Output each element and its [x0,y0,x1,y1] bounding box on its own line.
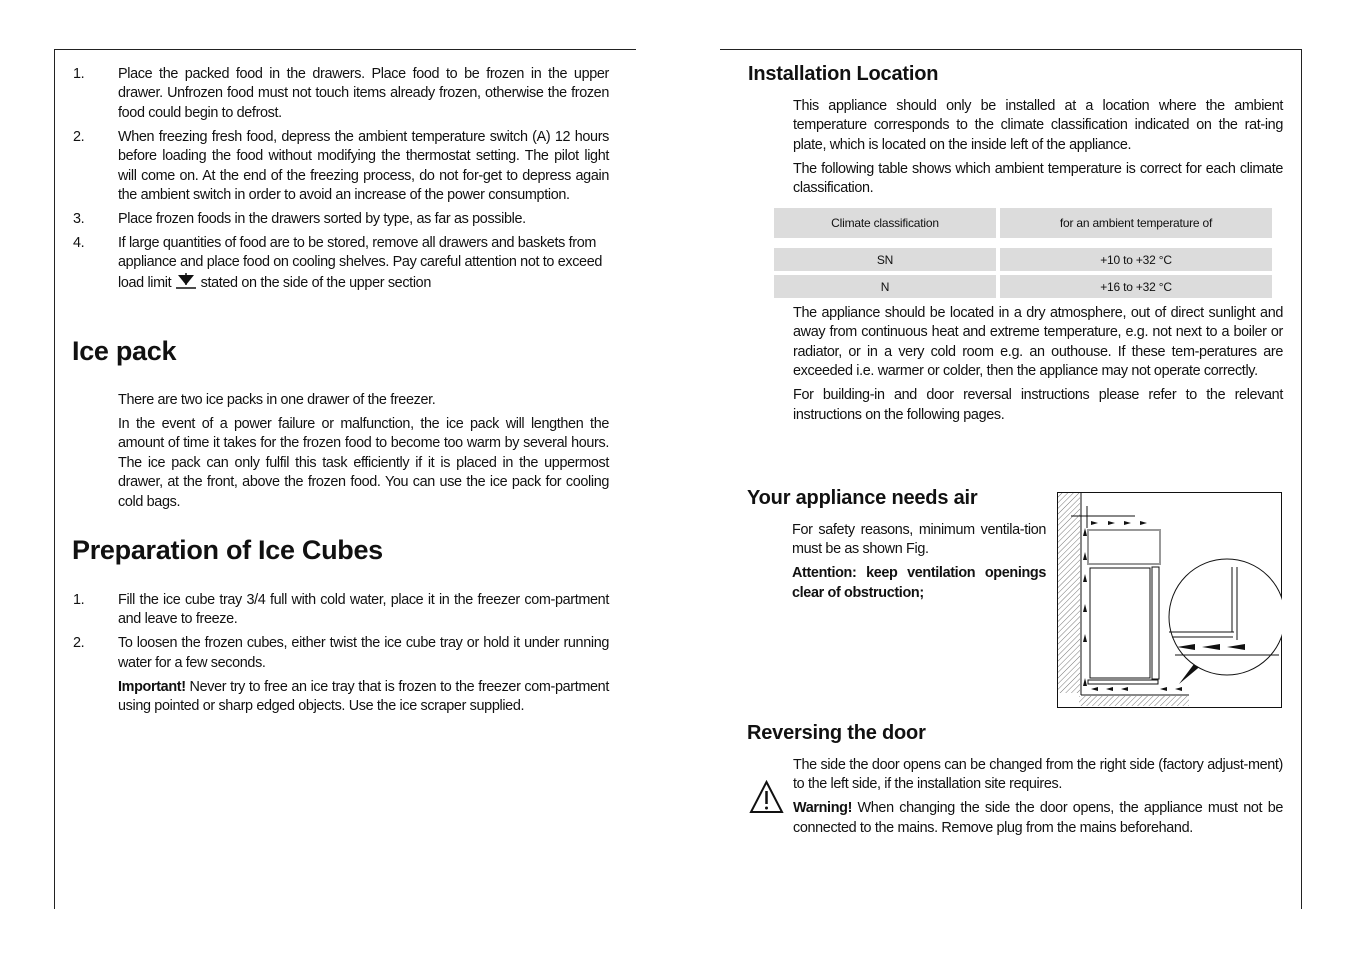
item-number: 1. [73,592,85,608]
important-text: Never try to free an ice tray that is fr… [118,678,609,715]
table-row: SN +10 to +32 °C [774,248,1272,271]
paragraph: In the event of a power failure or malfu… [118,415,609,510]
item-text: When freezing fresh food, depress the am… [118,128,609,203]
ice-cube-steps: 1. Fill the ice cube tray 3/4 full with c… [73,591,609,721]
item-text: stated on the side of the upper section [200,274,432,291]
list-item: 1. Fill the ice cube tray 3/4 full with c… [73,591,609,630]
climate-table: Climate classification for an ambient tem… [770,208,1276,298]
air-heading: Your appliance needs air [747,487,978,509]
installation-after: The appliance should be located in a dry… [793,304,1283,429]
page-border-top-right [720,49,1302,50]
table-header: for an ambient temperature of [1000,208,1272,238]
door-heading: Reversing the door [747,722,926,744]
paragraph: For building-in and door reversal instru… [793,387,1283,423]
door-text: The side the door opens can be changed f… [793,756,1283,843]
page-border-right [1301,49,1302,909]
paragraph: The following table shows which ambient … [793,160,1283,197]
page-border-top-left [54,49,636,50]
warning-label: Warning! [793,800,853,817]
list-item: 1. Place the packed food in the drawers. … [73,65,609,123]
freezing-steps: 1. Place the packed food in the drawers. … [73,65,609,297]
item-text: Place the packed food in the drawers. Pl… [118,66,609,121]
ice-pack-heading: Ice pack [72,336,177,366]
list-item: 3. Place frozen foods in the drawers sort… [73,210,609,229]
load-limit-icon [175,272,196,289]
warning-text: When changing the side the door opens, t… [793,800,1283,836]
table-cell: +16 to +32 °C [1000,275,1272,298]
important-label: Important! [118,678,186,695]
item-number: 2. [73,635,85,652]
item-number: 1. [73,66,85,82]
ventilation-figure [1057,492,1282,708]
page-border-left [54,49,55,909]
item-number: 3. [73,210,85,227]
item-text: Fill the ice cube tray 3/4 full with col… [118,592,609,628]
list-item: 4. If large quantities of food are to be … [73,234,609,293]
important-note: Important! Never try to free an ice tray… [73,678,609,717]
air-text: For safety reasons, minimum ventila-tion… [792,521,1046,608]
list-item: 2. To loosen the frozen cubes, either twi… [73,634,609,673]
table-row: N +16 to +32 °C [774,275,1272,298]
paragraph: There are two ice packs in one drawer of… [118,392,436,408]
table-cell: +10 to +32 °C [1000,248,1272,271]
paragraph: This appliance should only be installed … [793,98,1283,153]
table-cell: N [774,275,996,298]
item-text: Place frozen foods in the drawers sorted… [118,210,526,227]
paragraph: The side the door opens can be changed f… [793,757,1283,793]
installation-intro: This appliance should only be installed … [793,97,1283,203]
paragraph: The appliance should be located in a dry… [793,305,1283,380]
manual-spread: 1. Place the packed food in the drawers. … [0,0,1351,954]
table-cell: SN [774,248,996,271]
item-number: 2. [73,128,85,145]
attention-note: Attention: keep ventilation openings cle… [792,565,1046,601]
list-item: 2. When freezing fresh food, depress the … [73,128,609,206]
installation-heading: Installation Location [748,63,939,85]
item-text: To loosen the frozen cubes, either twist… [118,635,609,671]
paragraph: For safety reasons, minimum ventila-tion… [792,522,1046,558]
warning-triangle-icon [749,780,784,813]
ice-cubes-heading: Preparation of Ice Cubes [72,535,383,565]
item-number: 4. [73,234,85,251]
table-header: Climate classification [774,208,996,238]
ice-pack-text: There are two ice packs in one drawer of… [118,391,609,516]
